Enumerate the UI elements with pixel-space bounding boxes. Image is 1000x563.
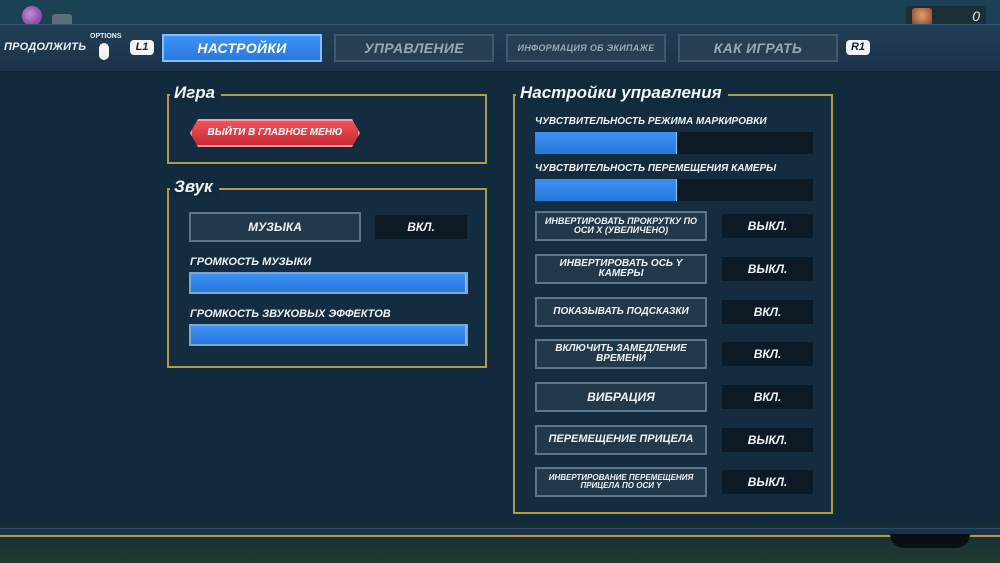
show-hints-value[interactable]: ВКЛ. — [722, 300, 813, 324]
tab-how-to-play[interactable]: КАК ИГРАТЬ — [678, 34, 838, 62]
music-volume-slider[interactable] — [189, 272, 468, 294]
music-volume-fill — [191, 274, 466, 292]
aim-movement-button[interactable]: ПЕРЕМЕЩЕНИЕ ПРИЦЕЛА — [535, 425, 707, 455]
invert-camera-y-value[interactable]: ВЫКЛ. — [722, 257, 813, 281]
camera-sensitivity-fill — [535, 179, 677, 201]
game-panel-title: Игра — [170, 83, 222, 103]
invert-aim-y-value[interactable]: ВЫКЛ. — [722, 470, 813, 494]
sound-panel-title: Звук — [170, 177, 219, 197]
sfx-volume-label: ГРОМКОСТЬ ЗВУКОВЫХ ЭФФЕКТОВ — [190, 308, 391, 320]
vibration-value[interactable]: ВКЛ. — [722, 385, 813, 409]
options-label: OPTIONS — [90, 33, 122, 40]
slow-motion-value[interactable]: ВКЛ. — [722, 342, 813, 366]
marking-sensitivity-label: ЧУВСТВИТЕЛЬНОСТЬ РЕЖИМА МАРКИРОВКИ — [535, 116, 767, 127]
top-navigation-bar: ПРОДОЛЖИТЬ OPTIONS L1 НАСТРОЙКИ УПРАВЛЕН… — [0, 24, 1000, 72]
exit-to-main-menu-button[interactable]: ВЫЙТИ В ГЛАВНОЕ МЕНЮ — [190, 119, 360, 147]
vibration-button[interactable]: ВИБРАЦИЯ — [535, 382, 707, 412]
background-shape — [890, 534, 970, 548]
r1-button-icon[interactable]: R1 — [846, 40, 870, 55]
invert-aim-y-button[interactable]: ИНВЕРТИРОВАНИЕ ПЕРЕМЕЩЕНИЯ ПРИЦЕЛА ПО ОС… — [535, 467, 707, 497]
marking-sensitivity-slider[interactable] — [535, 132, 813, 154]
tab-settings[interactable]: НАСТРОЙКИ — [162, 34, 322, 62]
music-volume-label: ГРОМКОСТЬ МУЗЫКИ — [190, 256, 312, 268]
continue-label[interactable]: ПРОДОЛЖИТЬ — [4, 41, 86, 53]
tab-controls[interactable]: УПРАВЛЕНИЕ — [334, 34, 494, 62]
hud-strip — [0, 0, 1000, 24]
aim-movement-value[interactable]: ВЫКЛ. — [722, 428, 813, 452]
tab-crew-info[interactable]: ИНФОРМАЦИЯ ОБ ЭКИПАЖЕ — [506, 34, 666, 62]
slow-motion-button[interactable]: ВКЛЮЧИТЬ ЗАМЕДЛЕНИЕ ВРЕМЕНИ — [535, 339, 707, 369]
camera-sensitivity-slider[interactable] — [535, 179, 813, 201]
invert-x-scroll-button[interactable]: ИНВЕРТИРОВАТЬ ПРОКРУТКУ ПО ОСИ X (УВЕЛИЧ… — [535, 211, 707, 241]
player-icon — [22, 6, 42, 26]
invert-camera-y-button[interactable]: ИНВЕРТИРОВАТЬ ОСЬ Y КАМЕРЫ — [535, 254, 707, 284]
invert-x-scroll-value[interactable]: ВЫКЛ. — [722, 214, 813, 238]
show-hints-button[interactable]: ПОКАЗЫВАТЬ ПОДСКАЗКИ — [535, 297, 707, 327]
marking-sensitivity-fill — [535, 132, 677, 154]
l1-button-icon[interactable]: L1 — [130, 40, 154, 55]
bottom-divider — [0, 535, 1000, 537]
background — [0, 0, 1000, 563]
sfx-volume-slider[interactable] — [189, 324, 468, 346]
music-value[interactable]: ВКЛ. — [375, 215, 467, 239]
camera-sensitivity-label: ЧУВСТВИТЕЛЬНОСТЬ ПЕРЕМЕЩЕНИЯ КАМЕРЫ — [535, 163, 777, 174]
options-button-icon[interactable] — [99, 43, 109, 60]
music-button[interactable]: МУЗЫКА — [189, 212, 361, 242]
controls-panel-title: Настройки управления — [516, 83, 728, 103]
sfx-volume-fill — [191, 326, 466, 344]
